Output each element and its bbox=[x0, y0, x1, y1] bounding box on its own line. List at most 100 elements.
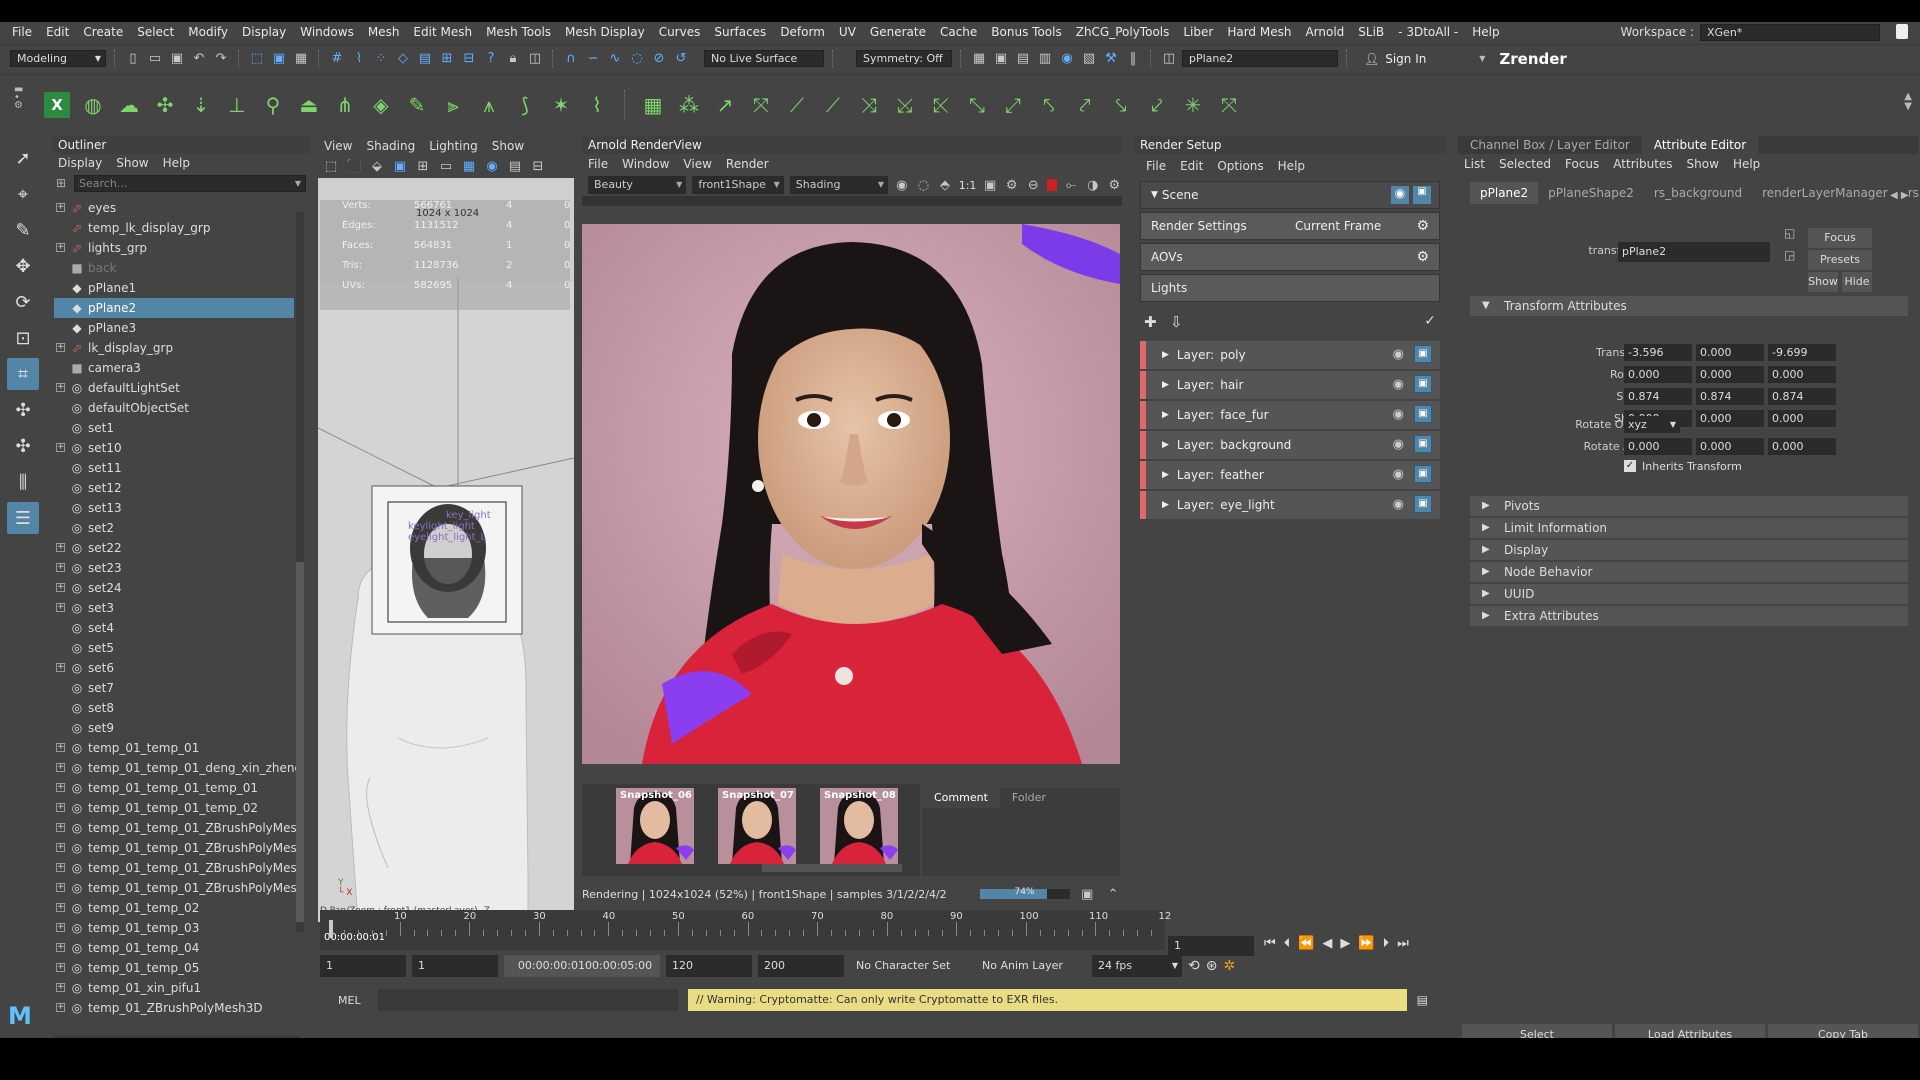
show-button[interactable]: Show bbox=[1808, 272, 1838, 292]
menu-item-file[interactable]: File bbox=[12, 25, 32, 39]
undo-icon[interactable]: ↶ bbox=[190, 50, 208, 68]
menu-item-display[interactable]: Display bbox=[242, 25, 286, 39]
shelf-scroll-icon[interactable]: ▲ ▼ bbox=[1904, 92, 1912, 112]
expand-icon[interactable]: + bbox=[56, 903, 65, 912]
history-icon[interactable]: ◫ bbox=[526, 50, 544, 68]
shelf-arrow-icon[interactable]: ⇣ bbox=[188, 92, 214, 118]
open-scene-icon[interactable]: ▭ bbox=[146, 50, 164, 68]
shelf-tool-excel-icon[interactable]: X bbox=[44, 91, 70, 118]
outliner-item[interactable]: ◆ pPlane3 bbox=[0, 318, 296, 338]
snapshot-thumbnail[interactable]: Snapshot_07 bbox=[718, 788, 796, 864]
outliner-item[interactable]: ◎ set9 bbox=[0, 718, 296, 738]
renderable-icon[interactable]: ▣ bbox=[1414, 465, 1432, 483]
rotate-order-dropdown[interactable]: xyz ▼ bbox=[1624, 416, 1680, 433]
outliner-item[interactable]: ◎ defaultObjectSet bbox=[0, 398, 296, 418]
render-frame-icon[interactable]: ▦ bbox=[970, 50, 988, 68]
scale-x-field[interactable]: 0.874 bbox=[1624, 388, 1692, 405]
image-plane-icon[interactable]: ▣ bbox=[391, 157, 409, 175]
translate-z-field[interactable]: -9.699 bbox=[1768, 344, 1836, 361]
outliner-item[interactable]: + ◎ defaultLightSet bbox=[0, 378, 296, 398]
zoom-ratio-label[interactable]: 1:1 bbox=[959, 179, 977, 192]
tab-folder[interactable]: Folder bbox=[1000, 788, 1058, 808]
outliner-item[interactable]: + ◎ set6 bbox=[0, 658, 296, 678]
viewport-menu-lighting[interactable]: Lighting bbox=[429, 136, 478, 156]
expand-icon[interactable]: ▶ bbox=[1482, 540, 1490, 560]
node-tab-renderlayermanager[interactable]: renderLayerManager bbox=[1752, 182, 1898, 204]
snap-help-icon[interactable]: ? bbox=[482, 50, 500, 68]
menu-set-dropdown[interactable]: Modeling ▼ bbox=[10, 50, 106, 67]
outliner-item[interactable]: + ◎ set3 bbox=[0, 598, 296, 618]
menu-item-arnold[interactable]: Arnold bbox=[1305, 25, 1344, 39]
expand-icon[interactable]: + bbox=[56, 663, 65, 672]
rotate-y-field[interactable]: 0.000 bbox=[1696, 366, 1764, 383]
go-to-end-icon[interactable]: ⏭ bbox=[1397, 936, 1409, 951]
renderable-icon[interactable]: ▣ bbox=[1414, 435, 1432, 453]
camera-lock-icon[interactable]: ⬛ bbox=[345, 157, 363, 175]
chevron-down-icon[interactable]: ▼ bbox=[1479, 54, 1485, 63]
shading-dropdown[interactable]: Shading bbox=[789, 176, 889, 194]
collapse-icon[interactable]: ⌃ bbox=[1104, 885, 1122, 903]
shelf-clump-icon[interactable]: ⩚ bbox=[476, 92, 502, 118]
outliner-item[interactable]: ◎ set1 bbox=[0, 418, 296, 438]
stop-render-icon[interactable]: ◉ bbox=[894, 176, 910, 194]
render-setup-menu-edit[interactable]: Edit bbox=[1180, 154, 1203, 178]
outliner-item[interactable]: + ◎ temp_01_xin_pifu1 bbox=[0, 978, 296, 998]
shelf-guide-mask-icon[interactable]: ⤦ bbox=[1144, 92, 1170, 118]
outliner-item[interactable]: ◎ set12 bbox=[0, 478, 296, 498]
lock-icon[interactable] bbox=[1896, 24, 1908, 39]
go-to-start-icon[interactable]: ⏮ bbox=[1264, 936, 1276, 951]
shelf-cut-icon[interactable]: ⌇ bbox=[584, 92, 610, 118]
renderview-menu-window[interactable]: Window bbox=[622, 154, 669, 174]
anim-layer-dropdown[interactable]: No Anim Layer bbox=[976, 955, 1086, 977]
curve-snap-icon[interactable]: ∿ bbox=[606, 50, 624, 68]
expand-icon[interactable]: ▶ bbox=[1482, 562, 1490, 582]
camera-snap-icon[interactable]: ↺ bbox=[672, 50, 690, 68]
filter-icon[interactable]: ⊞ bbox=[56, 176, 66, 190]
outliner-scrollbar[interactable] bbox=[296, 212, 304, 932]
lights-icon[interactable]: ⊟ bbox=[529, 157, 547, 175]
expand-icon[interactable]: ▶ bbox=[1162, 380, 1169, 390]
soft-select-icon[interactable]: ◌ bbox=[628, 50, 646, 68]
snap-curve-icon[interactable]: ⌇ bbox=[350, 50, 368, 68]
render-image[interactable] bbox=[582, 224, 1120, 764]
menu-item-hard-mesh[interactable]: Hard Mesh bbox=[1227, 25, 1291, 39]
menu-item-surfaces[interactable]: Surfaces bbox=[714, 25, 766, 39]
snap-grid-icon[interactable]: # bbox=[328, 50, 346, 68]
ipr-icon[interactable]: ▥ bbox=[1036, 50, 1054, 68]
shelf-comb-icon[interactable]: ⫸ bbox=[440, 92, 466, 118]
renderable-icon[interactable]: ▣ bbox=[1414, 375, 1432, 393]
rotate-x-field[interactable]: 0.000 bbox=[1624, 366, 1692, 383]
outliner-item[interactable]: + ◎ temp_01_temp_01_ZBrushPolyMesh3I bbox=[0, 818, 296, 838]
save-scene-icon[interactable]: ▣ bbox=[168, 50, 186, 68]
expand-icon[interactable]: + bbox=[56, 543, 65, 552]
focus-button[interactable]: Focus bbox=[1808, 228, 1872, 248]
film-gate-icon[interactable]: ▭ bbox=[437, 157, 455, 175]
menu-item-select[interactable]: Select bbox=[137, 25, 174, 39]
expand-icon[interactable]: ▶ bbox=[1162, 470, 1169, 480]
ae-menu-attributes[interactable]: Attributes bbox=[1613, 154, 1672, 174]
snap-surface-icon[interactable]: ▤ bbox=[416, 50, 434, 68]
menu-item-bonus-tools[interactable]: Bonus Tools bbox=[991, 25, 1061, 39]
render-setup-menu-options[interactable]: Options bbox=[1217, 154, 1263, 178]
shelf-guide-rotate-icon[interactable]: ⤧ bbox=[748, 92, 774, 118]
live-surface-field[interactable]: No Live Surface bbox=[704, 50, 824, 67]
node-tab-rs-background[interactable]: rs_background bbox=[1644, 182, 1752, 204]
play-back-icon[interactable]: ◀ bbox=[1322, 936, 1332, 951]
gear-icon[interactable]: ⚙ bbox=[1416, 218, 1429, 234]
shelf-guide-preview-icon[interactable]: ✳ bbox=[1180, 92, 1206, 118]
rotate-axis-y-field[interactable]: 0.000 bbox=[1696, 438, 1764, 455]
pick-icon[interactable]: ⬘ bbox=[937, 176, 953, 194]
node-tab-pplane2[interactable]: pPlane2 bbox=[1470, 182, 1539, 204]
outliner-item[interactable]: ◎ set13 bbox=[0, 498, 296, 518]
outliner-item[interactable]: ◎ set2 bbox=[0, 518, 296, 538]
expand-icon[interactable]: + bbox=[56, 863, 65, 872]
shelf-guide-length-icon[interactable]: ⟋ bbox=[820, 92, 846, 118]
expand-icon[interactable]: + bbox=[56, 983, 65, 992]
expand-icon[interactable]: + bbox=[56, 443, 65, 452]
go-to-input-icon[interactable]: ◱ bbox=[1784, 226, 1795, 240]
tab-comment[interactable]: Comment bbox=[922, 788, 1000, 808]
magnet-icon[interactable]: ∩ bbox=[562, 50, 580, 68]
hypershade-icon[interactable]: ▧ bbox=[1080, 50, 1098, 68]
outliner-item[interactable]: + ◎ set24 bbox=[0, 578, 296, 598]
renderview-menu-render[interactable]: Render bbox=[726, 154, 769, 174]
